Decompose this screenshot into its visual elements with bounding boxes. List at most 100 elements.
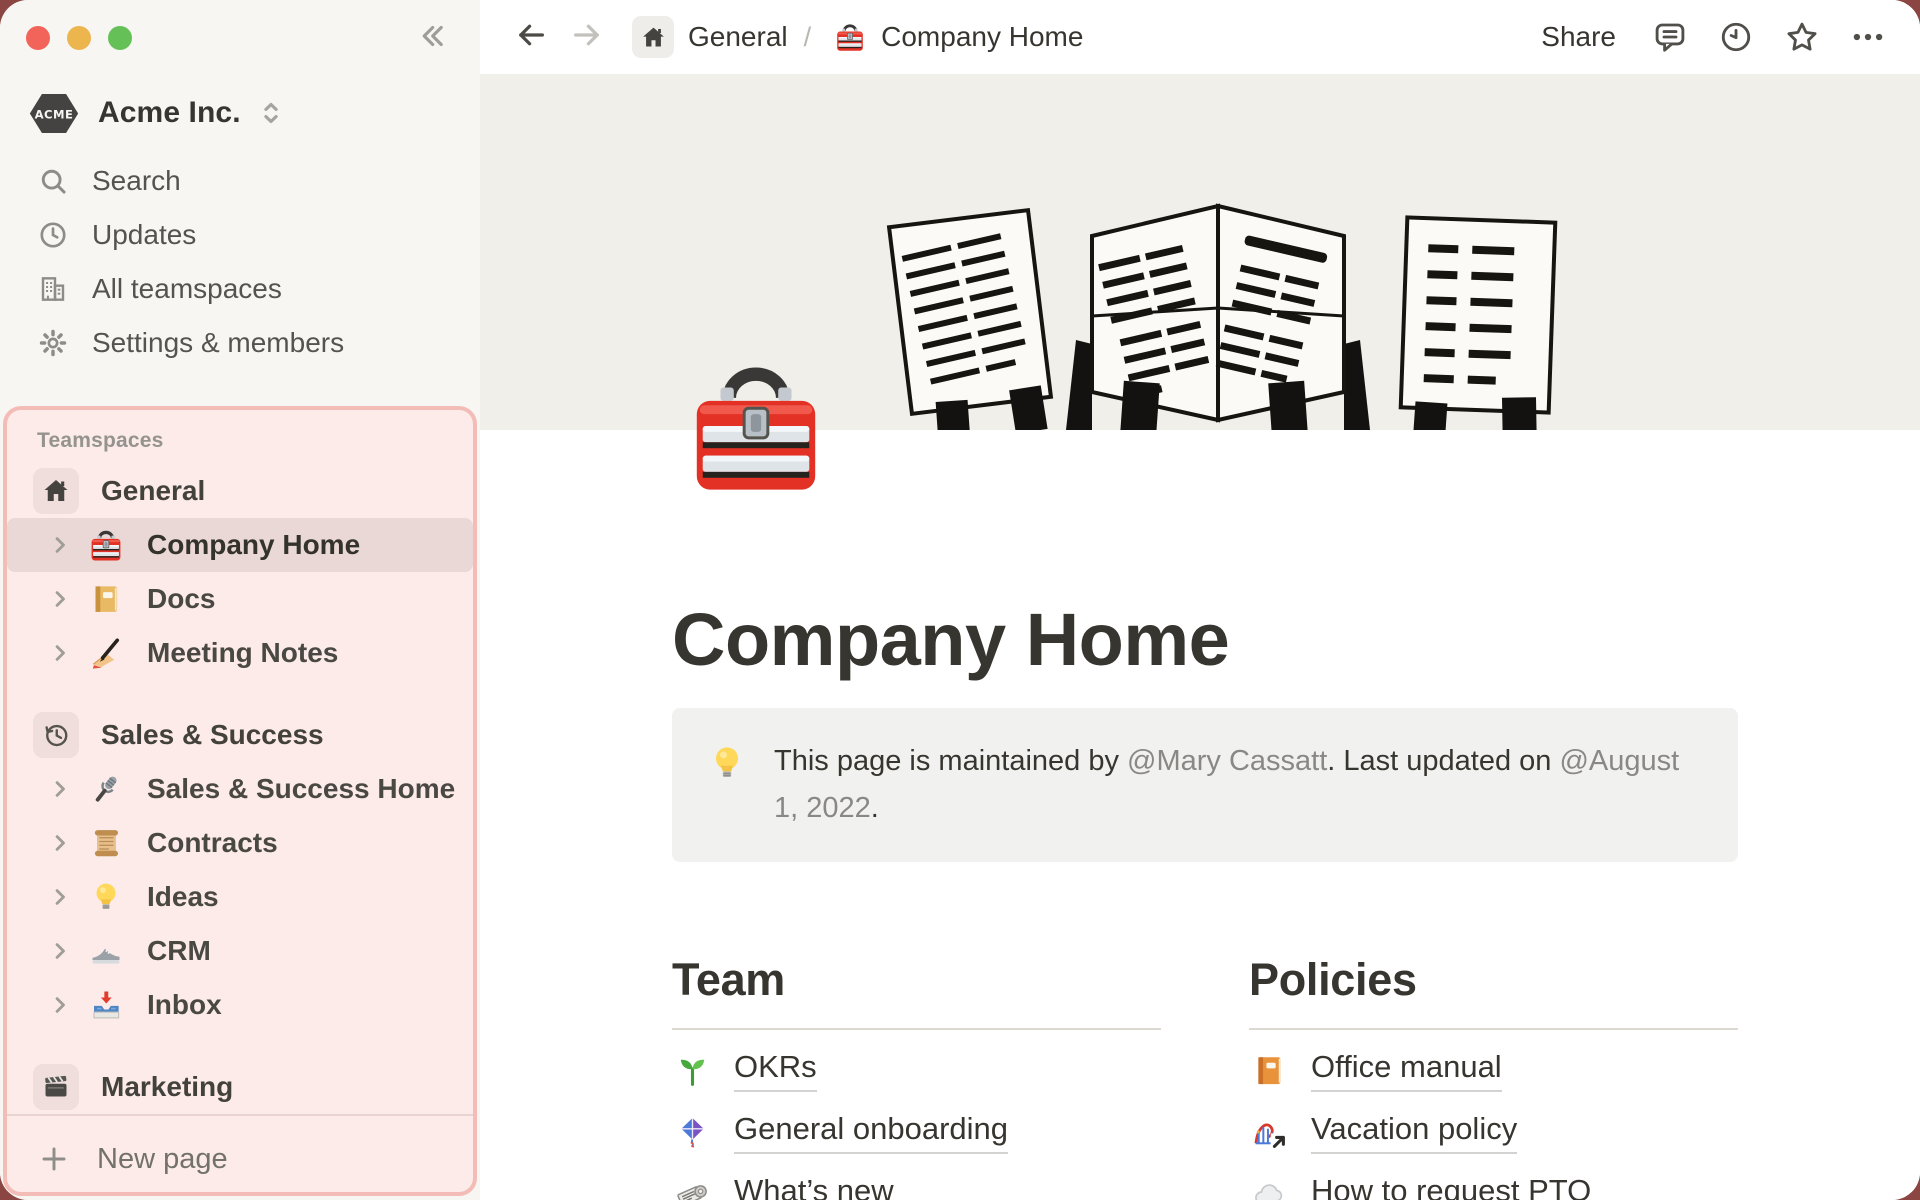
traffic-light-close[interactable] (26, 26, 50, 50)
traffic-light-minimize[interactable] (67, 26, 91, 50)
sidebar-item-label: General (101, 475, 206, 506)
topbar: General / Company Home Share (480, 0, 1920, 74)
sidebar-item-label: Company Home (147, 529, 361, 560)
workspace-logo: ACME (28, 92, 80, 135)
teamspace-icon-chip (33, 712, 79, 758)
ledger-icon (87, 580, 125, 618)
page-content: Company Home This page is maintained by … (672, 430, 1738, 1200)
page-link-label[interactable]: What’s new (734, 1173, 894, 1200)
page-link-label[interactable]: General onboarding (734, 1111, 1009, 1154)
sidebar-item-crm[interactable]: CRM (7, 924, 473, 978)
sidebar-item-label: Settings & members (92, 327, 345, 358)
page-link-what-s-new[interactable]: What’s new (672, 1172, 1161, 1200)
page-icon-toolbox[interactable] (680, 352, 832, 500)
ellipsis-button[interactable] (1846, 15, 1890, 59)
microphone-icon (87, 770, 125, 808)
section-heading: Team (672, 954, 1161, 1030)
page-link-vacation-policy[interactable]: Vacation policy (1249, 1110, 1738, 1154)
sidebar-nav: Search Updates All teamspaces Settings & me… (0, 154, 480, 370)
sidebar-item-label: Search (92, 165, 181, 196)
plus-icon (37, 1142, 71, 1176)
back-button[interactable] (510, 16, 552, 58)
breadcrumb-label: General (688, 21, 788, 52)
sidebar-item-meeting-notes[interactable]: Meeting Notes (7, 626, 473, 680)
page-link-office-manual[interactable]: Office manual (1249, 1048, 1738, 1092)
expand-chevron-icon[interactable] (45, 828, 75, 858)
clapperboard-icon (41, 1072, 71, 1102)
sidebar-item-search[interactable]: Search (0, 154, 480, 208)
mention[interactable]: @Mary Cassatt (1127, 745, 1327, 777)
forward-button[interactable] (566, 16, 608, 58)
page-link-label[interactable]: OKRs (734, 1049, 817, 1092)
sidebar-item-sales-success-home[interactable]: Sales & Success Home (7, 762, 473, 816)
double-chevron-left-icon (415, 19, 449, 58)
share-button[interactable]: Share (1531, 15, 1626, 59)
expand-chevron-icon[interactable] (45, 882, 75, 912)
sidebar-item-docs[interactable]: Docs (7, 572, 473, 626)
callout-text: This page is maintained by @Mary Cassatt… (774, 738, 1704, 832)
page-link-how-to-request-pto[interactable]: How to request PTO (1249, 1172, 1738, 1200)
page-link-general-onboarding[interactable]: General onboarding (672, 1110, 1161, 1154)
teamspaces-highlight-panel: Teamspaces General Company Home Docs Meetin… (3, 406, 477, 1196)
sidebar: ACME Acme Inc. Search Updates All teamspac… (0, 0, 480, 1200)
sidebar-item-label: Contracts (147, 827, 278, 858)
page-link-label[interactable]: How to request PTO (1311, 1173, 1591, 1200)
sidebar-item-ideas[interactable]: Ideas (7, 870, 473, 924)
expand-chevron-icon[interactable] (45, 530, 75, 560)
clock-icon (36, 218, 70, 252)
sidebar-item-company-home[interactable]: Company Home (7, 518, 473, 572)
expand-chevron-icon[interactable] (45, 638, 75, 668)
sidebar-item-updates[interactable]: Updates (0, 208, 480, 262)
page-link-okrs[interactable]: OKRs (672, 1048, 1161, 1092)
expand-chevron-icon[interactable] (45, 990, 75, 1020)
history-clock-icon (41, 720, 71, 750)
sidebar-item-label: Sales & Success (101, 719, 324, 750)
new-page-button[interactable]: New page (7, 1116, 473, 1192)
lightbulb-icon (87, 878, 125, 916)
lightbulb-icon (706, 742, 748, 784)
expand-chevron-icon[interactable] (45, 774, 75, 804)
breadcrumb-item-company-home[interactable]: Company Home (827, 20, 1083, 54)
column-lists: Team OKRs General onboarding What’s new Poli… (672, 954, 1738, 1200)
gear-icon (36, 326, 70, 360)
expand-chevron-icon[interactable] (45, 936, 75, 966)
newspaper-icon (672, 1174, 712, 1200)
sidebar-item-label: CRM (147, 935, 211, 966)
sidebar-item-inbox[interactable]: Inbox (7, 978, 473, 1032)
house-icon (41, 476, 71, 506)
sidebar-item-contracts[interactable]: Contracts (7, 816, 473, 870)
history-button[interactable] (1714, 15, 1758, 59)
sidebar-item-settings-members[interactable]: Settings & members (0, 316, 480, 370)
page-title[interactable]: Company Home (672, 596, 1738, 684)
workspace-name: Acme Inc. (98, 96, 241, 129)
sidebar-item-label: Meeting Notes (147, 637, 339, 668)
search-icon (36, 164, 70, 198)
sidebar-item-label: All teamspaces (92, 273, 282, 304)
comment-button[interactable] (1648, 15, 1692, 59)
sidebar-item-general[interactable]: General (7, 464, 473, 518)
toolbox-icon (87, 526, 125, 564)
section-heading: Policies (1249, 954, 1738, 1030)
callout-text-segment: . Last updated on (1327, 745, 1560, 777)
workspace-switcher[interactable]: ACME Acme Inc. (0, 84, 480, 142)
teamspaces-label: Teamspaces (37, 429, 164, 452)
inbox-icon (87, 986, 125, 1024)
teamspace-icon-chip (33, 468, 79, 514)
star-button[interactable] (1780, 15, 1824, 59)
sidebar-item-sales-success[interactable]: Sales & Success (7, 708, 473, 762)
breadcrumb-label: Company Home (881, 21, 1084, 52)
sidebar-bottom: New page (7, 1114, 473, 1192)
breadcrumb-item-general[interactable]: General (608, 16, 788, 58)
page-link-label[interactable]: Vacation policy (1311, 1111, 1518, 1154)
expand-chevron-icon[interactable] (45, 584, 75, 614)
forward-arrow-icon (570, 18, 604, 57)
sidebar-item-label: Updates (92, 219, 197, 250)
page-link-label[interactable]: Office manual (1311, 1049, 1502, 1092)
sidebar-item-marketing[interactable]: Marketing (7, 1060, 473, 1114)
traffic-light-zoom[interactable] (108, 26, 132, 50)
collapse-sidebar-button[interactable] (412, 18, 452, 58)
callout-block[interactable]: This page is maintained by @Mary Cassatt… (672, 708, 1738, 862)
callout-text-segment: This page is maintained by (774, 745, 1128, 777)
buildings-icon (36, 272, 70, 306)
sidebar-item-all-teamspaces[interactable]: All teamspaces (0, 262, 480, 316)
